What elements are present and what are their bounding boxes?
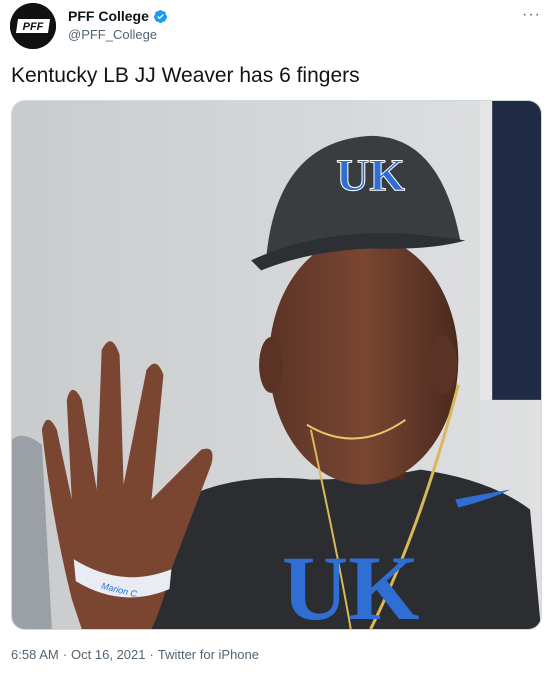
tweet-meta: 6:58 AM · Oct 16, 2021 · Twitter for iPh… (11, 647, 259, 662)
tweet-photo[interactable]: UK UK Marion C. (11, 100, 542, 630)
handle[interactable]: @PFF_College (68, 27, 157, 42)
meta-separator: · (62, 647, 68, 662)
avatar[interactable]: PFF (10, 3, 56, 49)
shirt-logo: UK (282, 537, 419, 629)
tweet-time[interactable]: 6:58 AM (11, 647, 59, 662)
avatar-text: PFF (23, 21, 44, 33)
more-options-icon[interactable]: ··· (522, 6, 541, 24)
verified-badge-icon (153, 9, 167, 23)
tweet-date[interactable]: Oct 16, 2021 (71, 647, 145, 662)
pff-logo-icon: PFF (10, 3, 56, 49)
display-name[interactable]: PFF College (68, 8, 149, 24)
photo-illustration: UK UK Marion C. (12, 101, 541, 629)
name-row: PFF College (68, 8, 168, 24)
cap-logo: UK (336, 150, 405, 201)
tweet-card: PFF PFF College @PFF_College ··· Kentuck… (0, 0, 559, 675)
tweet-source[interactable]: Twitter for iPhone (158, 647, 259, 662)
tweet-text: Kentucky LB JJ Weaver has 6 fingers (11, 64, 360, 87)
meta-separator: · (149, 647, 154, 662)
